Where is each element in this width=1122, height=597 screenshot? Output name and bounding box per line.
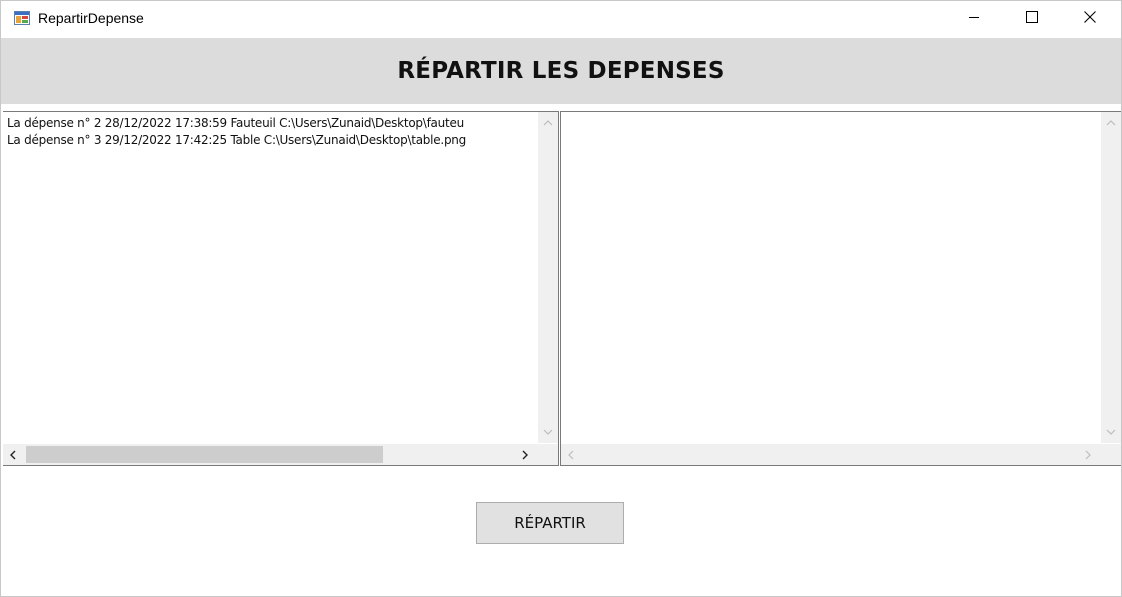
minimize-button[interactable] [945,1,1003,37]
horizontal-scrollbar[interactable] [3,444,538,465]
title-bar[interactable]: RepartirDepense [1,1,1121,37]
list-item[interactable]: La dépense n° 2 28/12/2022 17:38:59 Faut… [7,115,466,132]
scroll-left-icon[interactable] [566,450,576,460]
scroll-thumb[interactable] [26,446,383,463]
scroll-down-icon[interactable] [542,427,554,437]
close-button[interactable] [1061,1,1119,37]
scroll-up-icon[interactable] [542,118,554,128]
horizontal-scrollbar[interactable] [561,444,1101,465]
minimize-icon [968,10,980,28]
app-window: RepartirDepense RÉPARTIR LES DEPENSES La… [0,0,1122,597]
scroll-right-icon[interactable] [1083,450,1093,460]
distribution-listbox[interactable] [560,111,1121,466]
scroll-corner [538,444,558,465]
close-icon [1084,10,1096,28]
repartir-button[interactable]: RÉPARTIR [476,502,624,544]
list-item[interactable]: La dépense n° 3 29/12/2022 17:42:25 Tabl… [7,132,466,149]
scroll-up-icon[interactable] [1105,118,1117,128]
page-title: RÉPARTIR LES DEPENSES [397,58,725,84]
expenses-listbox[interactable]: La dépense n° 2 28/12/2022 17:38:59 Faut… [3,111,559,466]
app-icon [14,11,30,25]
vertical-scrollbar[interactable] [1101,112,1121,443]
scroll-corner [1101,444,1121,465]
maximize-button[interactable] [1003,1,1061,37]
scroll-right-icon[interactable] [520,450,530,460]
vertical-scrollbar[interactable] [538,112,558,443]
expenses-list-items: La dépense n° 2 28/12/2022 17:38:59 Faut… [7,115,466,149]
maximize-icon [1026,10,1038,28]
window-title: RepartirDepense [38,10,144,26]
header-band: RÉPARTIR LES DEPENSES [1,38,1121,104]
scroll-down-icon[interactable] [1105,427,1117,437]
scroll-left-icon[interactable] [8,450,18,460]
